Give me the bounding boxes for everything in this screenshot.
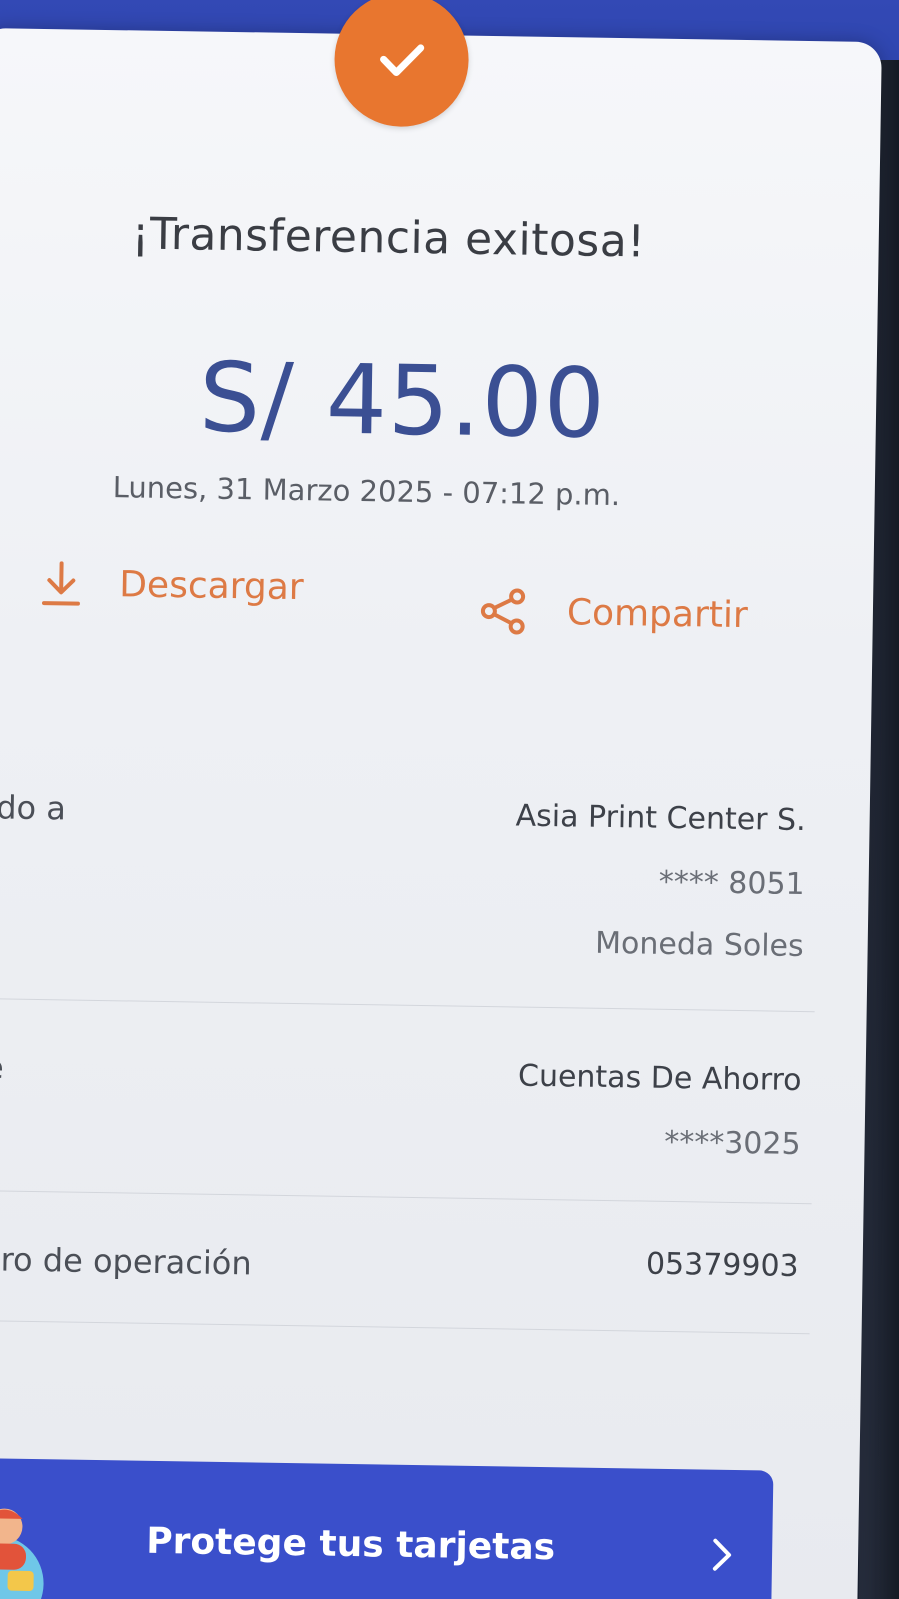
protect-cards-banner[interactable]: Protege tus tarjetas — [0, 1457, 774, 1599]
divider — [0, 1189, 812, 1205]
receipt-card: ¡Transferencia exitosa! S/ 45.00 Lunes, … — [0, 0, 882, 1599]
check-icon — [380, 44, 425, 77]
recipient-currency: Moneda Soles — [594, 925, 804, 965]
source-label: de — [0, 1047, 4, 1087]
transfer-datetime: Lunes, 31 Marzo 2025 - 07:12 p.m. — [112, 470, 621, 513]
source-account: ****3025 — [663, 1124, 801, 1163]
success-badge — [333, 0, 470, 128]
download-button[interactable]: Descargar — [41, 559, 304, 611]
share-button[interactable]: Compartir — [479, 586, 749, 640]
detail-row-recipient: iado a Asia Print Center S. **** 8051 Mo… — [0, 788, 828, 964]
transfer-success-screen: ¡Transferencia exitosa! S/ 45.00 Lunes, … — [0, 0, 899, 1599]
share-label: Compartir — [566, 591, 749, 636]
page-title: ¡Transferencia exitosa! — [131, 208, 646, 268]
recipient-account: **** 8051 — [658, 864, 805, 903]
divider — [0, 1319, 810, 1335]
recipient-label: iado a — [0, 787, 67, 828]
detail-row-source: de Cuentas De Ahorro ****3025 — [0, 1048, 824, 1162]
divider — [0, 997, 815, 1013]
operation-label: nero de operación — [0, 1239, 252, 1283]
detail-row-operation: nero de operación 05379903 — [0, 1240, 821, 1284]
transfer-amount: S/ 45.00 — [198, 341, 607, 460]
share-icon — [479, 586, 530, 637]
operation-number: 05379903 — [645, 1246, 799, 1285]
chevron-right-icon — [712, 1538, 732, 1571]
download-label: Descargar — [118, 563, 304, 608]
mascot-illustration — [0, 1508, 44, 1599]
source-account-type: Cuentas De Ahorro — [517, 1058, 802, 1099]
banner-label: Protege tus tarjetas — [145, 1520, 556, 1569]
recipient-name: Asia Print Center S. — [515, 798, 806, 839]
download-icon — [41, 559, 82, 608]
